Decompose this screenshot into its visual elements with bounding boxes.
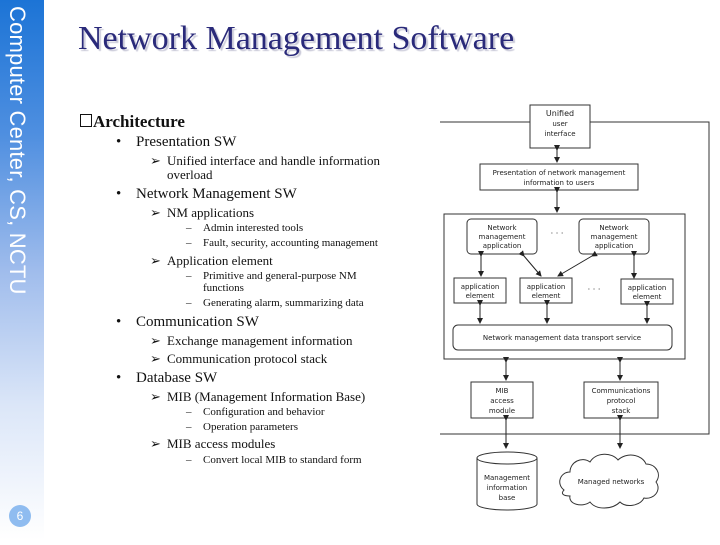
arrow-bullet-icon: ➢ xyxy=(150,153,161,168)
dash-icon: – xyxy=(186,297,192,309)
dash-icon: – xyxy=(186,237,192,249)
section-heading-text: Architecture xyxy=(93,112,185,131)
comm-stack-text-1: Communications xyxy=(592,387,651,395)
outline-item: Database SW xyxy=(136,370,218,386)
app-element-2-text-1: application xyxy=(527,283,566,291)
dash-icon: – xyxy=(186,222,192,234)
outline-subitem: NM applications xyxy=(167,205,255,220)
outline-subitem: Communication protocol stack xyxy=(167,351,328,366)
ellipsis-apps: · · · xyxy=(551,229,564,238)
page-number: 6 xyxy=(9,505,31,527)
outline-subitem: Application element xyxy=(167,253,273,268)
presentation-text-2: information to users xyxy=(524,179,595,187)
presentation-text-1: Presentation of network management xyxy=(493,169,626,177)
outline-subitem: MIB (Management Information Base) xyxy=(167,389,366,404)
architecture-diagram: Unified user interface Presentation of n… xyxy=(440,90,720,540)
ellipsis-elements: · · · xyxy=(588,285,601,294)
arrow-bullet-icon: ➢ xyxy=(150,351,161,366)
outline-detail-continuation: functions xyxy=(203,282,244,294)
sidebar-title: Computer Center, CS, NCTU xyxy=(5,6,30,295)
mib-db-text-1: Management xyxy=(484,474,530,482)
mib-access-text-2: access xyxy=(490,397,514,405)
outline-detail: Operation parameters xyxy=(203,421,298,433)
outline-item: Network Management SW xyxy=(136,186,297,202)
app-element-1-text-1: application xyxy=(461,283,500,291)
dash-icon: – xyxy=(186,270,192,282)
nm-app-right-text-3: application xyxy=(595,242,634,250)
nm-app-left-text-2: management xyxy=(479,233,526,241)
bullet-icon: • xyxy=(116,314,122,330)
outline-subitem: MIB access modules xyxy=(167,436,276,451)
outline-detail: Admin interested tools xyxy=(203,222,304,234)
app-element-1-text-2: element xyxy=(466,292,495,300)
sidebar: Computer Center, CS, NCTU 6 xyxy=(0,0,44,540)
bullet-icon: • xyxy=(116,186,122,202)
unified-ui-text-3: interface xyxy=(544,130,575,138)
nm-app-right-text-2: management xyxy=(591,233,638,241)
dash-icon: – xyxy=(186,406,192,418)
slide-title: Network Management Software xyxy=(78,20,515,57)
arrow-bullet-icon: ➢ xyxy=(150,333,161,348)
arrow-bullet-icon: ➢ xyxy=(150,436,161,451)
arrow-bullet-icon: ➢ xyxy=(150,253,161,268)
outline-detail: Fault, security, accounting management xyxy=(203,237,378,249)
mib-access-text-3: module xyxy=(489,407,515,415)
arrow-bullet-icon: ➢ xyxy=(150,205,161,220)
mib-access-text-1: MIB xyxy=(496,387,509,395)
section-heading: Architecture xyxy=(80,112,185,132)
mib-db-text-2: information xyxy=(487,484,527,492)
outline-subitem: Exchange management information xyxy=(167,333,353,348)
dash-icon: – xyxy=(186,454,192,466)
comm-stack-text-2: protocol xyxy=(607,397,636,405)
mib-db-text-3: base xyxy=(499,494,516,502)
outline-item: Communication SW xyxy=(136,314,259,330)
nm-app-left-text-3: application xyxy=(483,242,522,250)
unified-ui-text-2: user xyxy=(552,120,567,128)
bullet-icon: • xyxy=(116,370,122,386)
outline-item: Presentation SW xyxy=(136,134,237,150)
comm-stack-text-3: stack xyxy=(612,407,632,415)
checkbox-square-icon xyxy=(80,114,92,127)
nm-app-right-text-1: Network xyxy=(599,224,629,232)
app-element-3-text-2: element xyxy=(633,293,662,301)
app-element-2-text-2: element xyxy=(532,292,561,300)
outline-detail: Configuration and behavior xyxy=(203,406,325,418)
arrow-bullet-icon: ➢ xyxy=(150,389,161,404)
arrow-app-elem-2 xyxy=(518,250,542,277)
outline-detail: Generating alarm, summarizing data xyxy=(203,297,364,309)
outline-detail: Primitive and general-purpose NM xyxy=(203,270,357,282)
outline-subitem-continuation: overload xyxy=(167,167,213,182)
bullet-icon: • xyxy=(116,134,122,150)
transport-text: Network management data transport servic… xyxy=(483,334,641,342)
outline-detail: Convert local MIB to standard form xyxy=(203,454,362,466)
unified-ui-text-1: Unified xyxy=(546,109,574,118)
dash-icon: – xyxy=(186,421,192,433)
arrow-app-elem-3 xyxy=(557,250,598,277)
nm-app-left-text-1: Network xyxy=(487,224,517,232)
app-element-3-text-1: application xyxy=(628,284,667,292)
managed-networks-text: Managed networks xyxy=(578,478,645,486)
